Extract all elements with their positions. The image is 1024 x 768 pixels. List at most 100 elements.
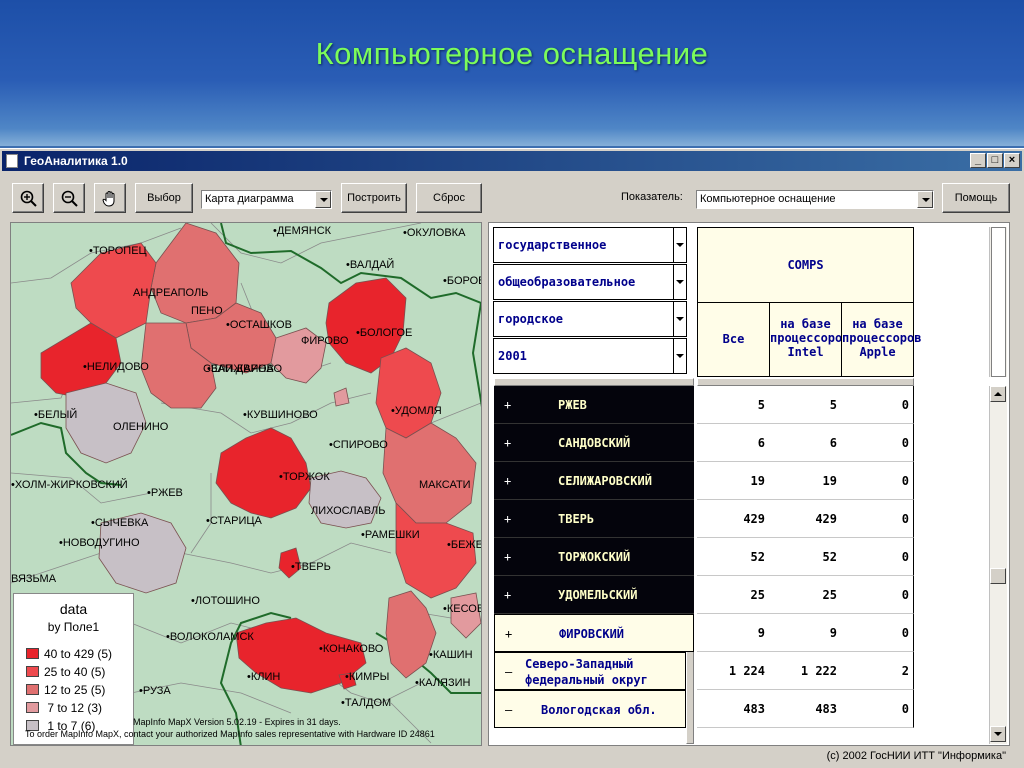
column-header-intel[interactable]: на базе процессоров Intel <box>769 302 849 377</box>
chevron-down-icon[interactable] <box>673 339 686 373</box>
reset-button[interactable]: Сброс <box>416 183 482 213</box>
scroll-down-button[interactable] <box>990 726 1006 742</box>
expand-icon[interactable]: + <box>504 588 511 602</box>
header-scrollbar[interactable] <box>989 227 1007 377</box>
chevron-down-icon[interactable] <box>673 265 686 299</box>
row-header[interactable]: + САНДОВСКИЙ <box>494 424 694 462</box>
row-header[interactable]: – Вологодская обл. <box>494 690 686 728</box>
build-button[interactable]: Построить <box>341 183 407 213</box>
table-cell-apple[interactable]: 0 <box>841 576 914 614</box>
row-label: Вологодская обл. <box>541 703 657 717</box>
row-header[interactable]: + ТВЕРЬ <box>494 500 694 538</box>
map-label-okulovka: •ОКУЛОВКА <box>403 227 466 239</box>
slide-title: Компьютерное оснащение <box>315 36 709 71</box>
indicator-select[interactable]: Компьютерное оснащение <box>696 190 934 209</box>
expand-icon[interactable]: + <box>504 436 511 450</box>
column-splitter[interactable] <box>697 378 914 386</box>
minimize-button[interactable]: _ <box>970 153 986 168</box>
dimension-select-settlement[interactable]: городское <box>493 301 687 337</box>
map-label-bezhetsk: •БЕЖЕ <box>447 539 482 551</box>
table-cell-apple[interactable]: 0 <box>841 690 914 728</box>
table-cell-intel[interactable]: 25 <box>769 576 842 614</box>
hand-icon <box>102 191 115 207</box>
table-cell-all[interactable]: 6 <box>697 424 770 462</box>
map-type-select[interactable]: Карта диаграмма <box>201 190 332 209</box>
row-label: ФИРОВСКИЙ <box>559 627 625 641</box>
dimension-select-school-type[interactable]: общеобразовательное <box>493 264 687 300</box>
table-cell-intel[interactable]: 52 <box>769 538 842 576</box>
map-view[interactable]: •ТОРОПЕЦ •ДЕМЯНСК •ОКУЛОВКА •ВАЛДАЙ •БОР… <box>10 222 482 746</box>
expand-icon[interactable]: + <box>504 512 511 526</box>
expand-icon[interactable]: + <box>504 474 511 488</box>
table-cell-intel[interactable]: 19 <box>769 462 842 500</box>
expand-icon[interactable]: + <box>504 398 511 412</box>
chevron-down-icon[interactable] <box>917 191 933 208</box>
row-header[interactable]: + СЕЛИЖАРОВСКИЙ <box>494 462 694 500</box>
expand-icon[interactable]: + <box>504 550 511 564</box>
table-cell-all[interactable]: 52 <box>697 538 770 576</box>
table-cell-all[interactable]: 25 <box>697 576 770 614</box>
dimension-select-year[interactable]: 2001 <box>493 338 687 374</box>
legend-item: 12 to 25 (5) <box>26 683 105 697</box>
table-cell-apple[interactable]: 2 <box>841 652 914 690</box>
legend-subtitle: by Поле1 <box>47 620 100 634</box>
table-cell-apple[interactable]: 0 <box>841 500 914 538</box>
row-header[interactable]: + ФИРОВСКИЙ <box>494 614 694 652</box>
zoom-in-button[interactable] <box>12 183 44 213</box>
map-label-konakovo: •КОНАКОВО <box>319 643 384 655</box>
table-cell-all[interactable]: 19 <box>697 462 770 500</box>
map-label-toropets: •ТОРОПЕЦ <box>89 245 147 257</box>
copyright-text: (c) 2002 ГосНИИ ИТТ "Информика" <box>826 750 1006 762</box>
dimension-select-ownership[interactable]: государственное <box>493 227 687 263</box>
slide-header: Компьютерное оснащение <box>0 0 1024 146</box>
table-cell-apple[interactable]: 0 <box>841 614 914 652</box>
maximize-button[interactable]: □ <box>987 153 1003 168</box>
row-header[interactable]: + ТОРЖОКСКИЙ <box>494 538 694 576</box>
table-cell-all[interactable]: 9 <box>697 614 770 652</box>
scrollbar-track[interactable] <box>991 227 1006 377</box>
table-cell-intel[interactable]: 6 <box>769 424 842 462</box>
window-titlebar[interactable]: ГеоАналитика 1.0 _ □ × <box>2 151 1022 171</box>
table-cell-all[interactable]: 483 <box>697 690 770 728</box>
legend-swatch <box>26 648 39 659</box>
indicator-value: Компьютерное оснащение <box>700 193 836 205</box>
table-cell-apple[interactable]: 0 <box>841 462 914 500</box>
table-cell-intel[interactable]: 9 <box>769 614 842 652</box>
table-cell-apple[interactable]: 0 <box>841 424 914 462</box>
zoom-out-button[interactable] <box>53 183 85 213</box>
table-cell-all[interactable]: 429 <box>697 500 770 538</box>
close-button[interactable]: × <box>1004 153 1020 168</box>
map-label-tver: •ТВЕРЬ <box>291 561 331 573</box>
scroll-up-button[interactable] <box>990 386 1006 402</box>
legend-swatch <box>26 702 39 713</box>
pan-button[interactable] <box>94 183 126 213</box>
table-cell-apple[interactable]: 0 <box>841 386 914 424</box>
row-label: Северо-Западный <box>525 657 634 671</box>
pivot-table[interactable]: государственное общеобразовательное горо… <box>488 222 1010 746</box>
collapse-icon[interactable]: – <box>505 665 512 679</box>
scrollbar-thumb[interactable] <box>990 568 1006 584</box>
table-cell-apple[interactable]: 0 <box>841 538 914 576</box>
column-header-apple[interactable]: на базе процессоров Apple <box>841 302 921 377</box>
chevron-down-icon[interactable] <box>673 302 686 336</box>
table-cell-all[interactable]: 5 <box>697 386 770 424</box>
chevron-down-icon[interactable] <box>673 228 686 262</box>
help-button[interactable]: Помощь <box>942 183 1010 213</box>
select-button[interactable]: Выбор <box>135 183 193 213</box>
column-header-all[interactable]: Все <box>697 302 770 377</box>
vertical-scrollbar[interactable] <box>989 386 1007 744</box>
row-header[interactable]: + УДОМЕЛЬСКИЙ <box>494 576 694 614</box>
chevron-down-icon[interactable] <box>315 191 331 208</box>
row-header[interactable]: + РЖЕВ <box>494 386 694 424</box>
map-label-taldom: •ТАЛДОМ <box>341 697 392 709</box>
table-cell-intel[interactable]: 483 <box>769 690 842 728</box>
table-cell-intel[interactable]: 429 <box>769 500 842 538</box>
table-cell-all[interactable]: 1 224 <box>697 652 770 690</box>
map-label-andreapol: АНДРЕАПОЛЬ <box>133 287 209 299</box>
table-cell-intel[interactable]: 5 <box>769 386 842 424</box>
collapse-icon[interactable]: – <box>505 703 512 717</box>
table-cell-intel[interactable]: 1 222 <box>769 652 842 690</box>
row-header[interactable]: – Северо-Западный федеральный округ <box>494 652 686 690</box>
row-splitter[interactable] <box>494 378 694 386</box>
expand-icon[interactable]: + <box>505 627 512 641</box>
